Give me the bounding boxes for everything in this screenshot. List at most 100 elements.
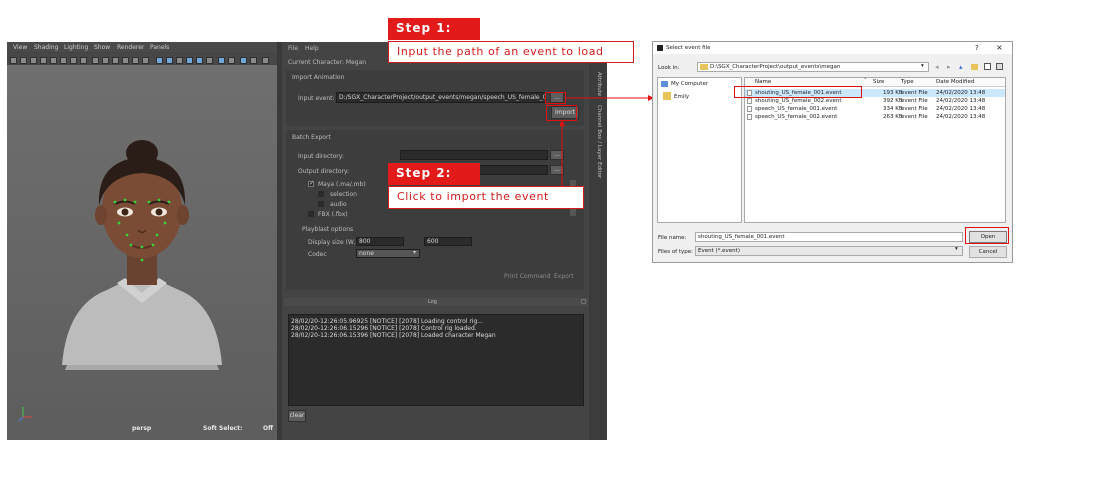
file-size: 392 KB bbox=[883, 98, 903, 104]
print-command-button[interactable]: Print Command bbox=[504, 273, 551, 280]
file-type: event File bbox=[901, 114, 928, 120]
display-width-field[interactable]: 800 bbox=[356, 237, 404, 246]
back-icon[interactable]: ◂ bbox=[935, 63, 939, 71]
depth-of-field-icon[interactable] bbox=[206, 57, 213, 64]
audio-option-label: audio bbox=[330, 201, 347, 208]
soft-select-value: Off bbox=[263, 425, 273, 432]
menu-show[interactable]: Show bbox=[94, 44, 110, 51]
film-gate-icon[interactable] bbox=[60, 57, 67, 64]
table-row[interactable]: shouting_US_female_002.event 392 KB even… bbox=[745, 97, 1005, 105]
log-title: Log bbox=[428, 299, 437, 305]
file-list: Name ˅ Size Type Date Modified shouting_… bbox=[744, 77, 1006, 223]
col-name[interactable]: Name bbox=[755, 79, 771, 85]
fbx-checkbox[interactable] bbox=[308, 211, 314, 217]
gamma-icon[interactable] bbox=[250, 57, 257, 64]
computer-icon bbox=[661, 81, 668, 87]
log-line: 28/02/20-12:26:06.15396 [NOTICE] [2078] … bbox=[291, 332, 496, 339]
anti-aliasing-icon[interactable] bbox=[196, 57, 203, 64]
hud-icon[interactable] bbox=[228, 57, 235, 64]
wireframe-icon[interactable] bbox=[92, 57, 99, 64]
parent-folder-icon[interactable]: ▴ bbox=[959, 63, 963, 71]
file-date: 24/02/2020 13:48 bbox=[936, 98, 986, 104]
col-size[interactable]: Size bbox=[873, 79, 884, 85]
display-height-field[interactable]: 600 bbox=[424, 237, 472, 246]
dialog-titlebar: Select event file ? × bbox=[653, 42, 1012, 54]
callout-arrows bbox=[560, 95, 654, 186]
color-management-icon[interactable] bbox=[262, 57, 269, 64]
selection-checkbox[interactable] bbox=[318, 191, 324, 197]
input-event-label: Input event: bbox=[298, 95, 335, 102]
place-my-computer[interactable]: My Computer bbox=[671, 81, 708, 87]
close-button[interactable]: × bbox=[996, 43, 1003, 52]
file-name-input[interactable]: shouting_US_female_001.event bbox=[695, 232, 963, 242]
file-type: event File bbox=[901, 90, 928, 96]
table-row[interactable]: speech_US_female_001.event 334 KB event … bbox=[745, 105, 1005, 113]
isolate-select-icon[interactable] bbox=[218, 57, 225, 64]
file-date: 24/02/2020 13:48 bbox=[936, 90, 986, 96]
new-folder-icon[interactable] bbox=[971, 64, 978, 70]
menu-file[interactable]: File bbox=[288, 45, 298, 52]
cancel-button[interactable]: Cancel bbox=[969, 246, 1007, 258]
maya-checkbox[interactable]: ✓ bbox=[308, 181, 314, 187]
viewport-3d[interactable]: persp Soft Select: Off bbox=[7, 65, 277, 440]
character-model-megan bbox=[18, 140, 222, 422]
col-type[interactable]: Type bbox=[901, 79, 914, 85]
list-view-icon[interactable] bbox=[984, 63, 991, 70]
safe-action-icon[interactable] bbox=[80, 57, 87, 64]
resolution-gate-icon[interactable] bbox=[70, 57, 77, 64]
export-button[interactable]: Export bbox=[554, 273, 574, 280]
input-directory-field[interactable] bbox=[400, 150, 548, 160]
menu-help[interactable]: Help bbox=[305, 45, 319, 52]
file-type: event File bbox=[901, 106, 928, 112]
menu-lighting[interactable]: Lighting bbox=[64, 44, 88, 51]
selection-option-label: selection bbox=[330, 191, 357, 198]
detail-view-icon[interactable] bbox=[996, 63, 1003, 70]
ambient-occlusion-icon[interactable] bbox=[176, 57, 183, 64]
menu-shading[interactable]: Shading bbox=[34, 44, 58, 51]
grid-icon[interactable] bbox=[50, 57, 57, 64]
place-emily[interactable]: Emily bbox=[674, 94, 689, 100]
xray-joints-icon[interactable] bbox=[166, 57, 173, 64]
xray-icon[interactable] bbox=[156, 57, 163, 64]
menu-panels[interactable]: Panels bbox=[150, 44, 169, 51]
float-icon[interactable]: ▢ bbox=[581, 298, 587, 305]
menu-view[interactable]: View bbox=[13, 44, 27, 51]
codec-select[interactable]: none bbox=[356, 249, 420, 258]
image-plane-icon[interactable] bbox=[40, 57, 47, 64]
batch-section-title: Batch Export bbox=[292, 134, 331, 141]
step2-title: Step 2: bbox=[388, 163, 480, 185]
shadows-icon[interactable] bbox=[142, 57, 149, 64]
select-event-file-dialog: Select event file ? × Look in: D:\SGX_Ch… bbox=[652, 41, 1013, 263]
viewport-menubar: View Shading Lighting Show Renderer Pane… bbox=[7, 42, 284, 52]
motion-blur-icon[interactable] bbox=[186, 57, 193, 64]
log-output[interactable]: 28/02/20-12:26:05.96925 [NOTICE] [2078] … bbox=[288, 314, 584, 406]
help-button[interactable]: ? bbox=[975, 44, 979, 52]
bookmark-icon[interactable] bbox=[30, 57, 37, 64]
lighting-icon[interactable] bbox=[132, 57, 139, 64]
col-date[interactable]: Date Modified bbox=[936, 79, 974, 85]
table-row[interactable]: speech_US_female_002.event 263 KB event … bbox=[745, 113, 1005, 121]
step2-text: Click to import the event bbox=[388, 186, 584, 209]
clear-log-button[interactable]: clear bbox=[288, 410, 306, 422]
forward-icon[interactable]: ▸ bbox=[947, 63, 951, 71]
camera-attr-icon[interactable] bbox=[20, 57, 27, 64]
playblast-options-label: Playblast options bbox=[302, 226, 354, 233]
smooth-shade-icon[interactable] bbox=[102, 57, 109, 64]
look-in-combo[interactable]: D:\SGX_CharacterProject\output_events\me… bbox=[697, 62, 929, 72]
soft-select-label: Soft Select: bbox=[203, 425, 243, 432]
wireframe-on-shaded-icon[interactable] bbox=[112, 57, 119, 64]
import-section-title: Import Animation bbox=[292, 74, 345, 81]
textured-icon[interactable] bbox=[122, 57, 129, 64]
file-date: 24/02/2020 13:48 bbox=[936, 106, 986, 112]
file-size: 334 KB bbox=[883, 106, 903, 112]
maya-option-label: Maya (.ma/.mb) bbox=[318, 181, 366, 188]
menu-renderer[interactable]: Renderer bbox=[117, 44, 144, 51]
audio-checkbox[interactable] bbox=[318, 201, 324, 207]
input-event-field[interactable]: D:/SGX_CharacterProject/output_events/me… bbox=[336, 92, 546, 103]
input-directory-label: Input directory: bbox=[298, 153, 344, 160]
look-in-label: Look in: bbox=[658, 65, 680, 71]
exposure-icon[interactable] bbox=[240, 57, 247, 64]
step1-title: Step 1: bbox=[388, 18, 480, 40]
camera-icon[interactable] bbox=[10, 57, 17, 64]
file-type-select[interactable]: Event (*.event) bbox=[695, 246, 963, 256]
